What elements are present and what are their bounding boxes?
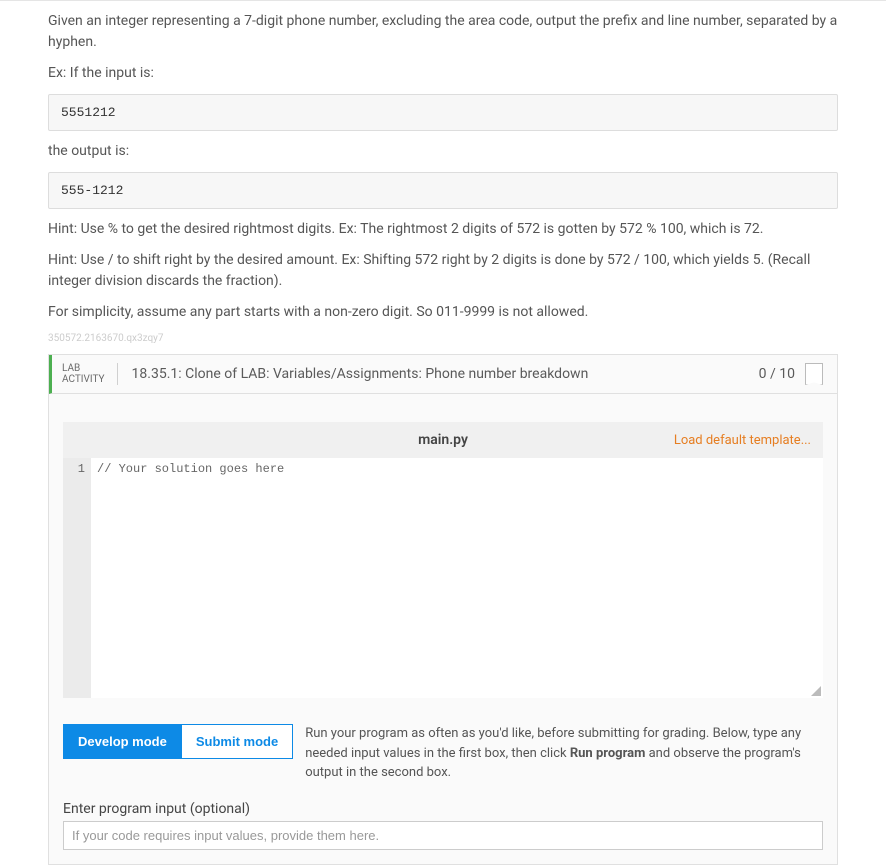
code-editor-textarea[interactable]: 1 // Your solution goes here xyxy=(63,458,823,698)
program-input-label: Enter program input (optional) xyxy=(63,801,823,817)
develop-mode-button[interactable]: Develop mode xyxy=(63,724,182,759)
code-editor: main.py Load default template... 1 // Yo… xyxy=(63,422,823,698)
mode-description: Run your program as often as you'd like,… xyxy=(305,724,823,783)
example-output-code: 555-1212 xyxy=(48,172,838,209)
lab-score: 0 / 10 xyxy=(759,366,795,382)
example-input-label: Ex: If the input is: xyxy=(48,63,838,84)
resize-handle-icon[interactable] xyxy=(811,686,821,696)
lab-title: 18.35.1: Clone of LAB: Variables/Assignm… xyxy=(118,366,759,382)
submit-mode-button[interactable]: Submit mode xyxy=(182,724,293,759)
program-input-field[interactable] xyxy=(63,821,823,850)
problem-statement: Given an integer representing a 7-digit … xyxy=(48,11,838,53)
line-number-gutter: 1 xyxy=(63,458,91,698)
mode-desc-bold: Run program xyxy=(570,746,646,761)
hint-1: Hint: Use % to get the desired rightmost… xyxy=(48,219,838,240)
simplicity-note: For simplicity, assume any part starts w… xyxy=(48,302,838,323)
hint-2: Hint: Use / to shift right by the desire… xyxy=(48,250,838,292)
code-content[interactable]: // Your solution goes here xyxy=(91,458,823,698)
lab-tag: LAB ACTIVITY xyxy=(62,363,118,385)
load-default-template-link[interactable]: Load default template... xyxy=(674,433,823,448)
example-input-code: 5551212 xyxy=(48,94,838,131)
editor-filename: main.py xyxy=(418,432,468,448)
bookmark-icon xyxy=(805,363,823,385)
line-number-1: 1 xyxy=(63,462,85,476)
lab-tag-line2: ACTIVITY xyxy=(62,374,105,385)
lab-tag-line1: LAB xyxy=(62,363,105,374)
mode-toggle: Develop mode Submit mode xyxy=(63,724,293,759)
lab-header: LAB ACTIVITY 18.35.1: Clone of LAB: Vari… xyxy=(49,355,837,394)
lab-activity-box: LAB ACTIVITY 18.35.1: Clone of LAB: Vari… xyxy=(48,354,838,865)
watermark-id: 350572.2163670.qx3zqy7 xyxy=(48,333,838,344)
example-output-label: the output is: xyxy=(48,141,838,162)
